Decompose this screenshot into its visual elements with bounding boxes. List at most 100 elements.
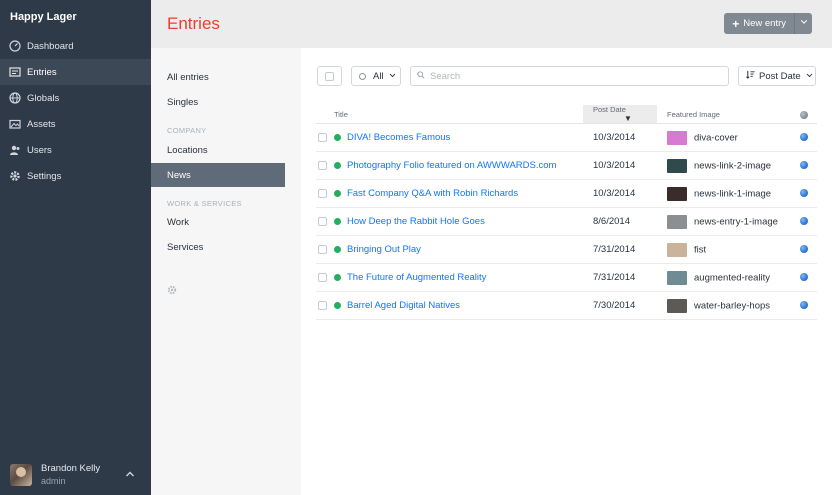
entry-title-link[interactable]: Bringing Out Play	[347, 244, 421, 255]
sidebar-item-entries[interactable]: Entries	[0, 59, 151, 85]
row-date: 8/6/2014	[583, 207, 657, 236]
sidebar-item-label: Assets	[27, 118, 56, 130]
site-name[interactable]: Happy Lager	[10, 11, 77, 23]
status-live-icon	[334, 273, 341, 281]
column-header-post-date[interactable]: Post Date▼	[583, 105, 657, 124]
table-row[interactable]: Bringing Out Play 7/31/2014 fist	[316, 235, 817, 264]
row-checkbox[interactable]	[316, 235, 334, 264]
new-entry-menu-button[interactable]	[794, 13, 812, 34]
globe-icon	[800, 110, 808, 119]
new-entry-label: New entry	[743, 18, 786, 29]
gear-icon	[9, 170, 21, 182]
source-news[interactable]: News	[151, 163, 285, 187]
table-body: DIVA! Becomes Famous 10/3/2014 diva-cover P…	[316, 123, 817, 320]
row-site	[800, 263, 817, 292]
user-name: Brandon Kelly	[41, 463, 101, 474]
sort-button[interactable]: Post Date	[738, 66, 816, 86]
sidebar-item-label: Users	[27, 144, 52, 156]
checkbox-box	[318, 160, 327, 170]
avatar	[10, 464, 32, 486]
new-entry-button[interactable]: + New entry	[724, 13, 794, 34]
row-checkbox[interactable]	[316, 179, 334, 208]
image-thumbnail[interactable]	[667, 186, 687, 201]
image-name: fist	[694, 244, 707, 255]
globe-icon	[800, 189, 808, 198]
row-date: 10/3/2014	[583, 151, 657, 180]
chevron-up-icon[interactable]	[125, 469, 135, 479]
sidebar-nav: Dashboard Entries Globals Assets Users S…	[0, 33, 151, 189]
table-row[interactable]: Fast Company Q&A with Robin Richards 10/3…	[316, 179, 817, 208]
source-settings-gear-icon[interactable]	[167, 285, 177, 295]
status-live-icon	[334, 189, 341, 197]
user-menu[interactable]: Brandon Kelly admin	[0, 455, 151, 495]
table-header-row: Title Post Date▼ Featured Image	[316, 105, 817, 124]
checkbox-box	[318, 132, 327, 142]
status-filter-button[interactable]: All	[351, 66, 401, 86]
sidebar-item-assets[interactable]: Assets	[0, 111, 151, 137]
entry-title-link[interactable]: Barrel Aged Digital Natives	[347, 300, 460, 311]
search-input[interactable]	[430, 70, 720, 82]
image-thumbnail[interactable]	[667, 158, 687, 173]
image-thumbnail[interactable]	[667, 130, 687, 145]
table-row[interactable]: How Deep the Rabbit Hole Goes 8/6/2014 new…	[316, 207, 817, 236]
page-header: Entries + New entry	[151, 0, 832, 48]
checkbox-box	[318, 188, 327, 198]
row-featured-image: news-link-2-image	[657, 151, 800, 180]
row-featured-image: news-entry-1-image	[657, 207, 800, 236]
sort-icon	[746, 70, 755, 82]
table-row[interactable]: The Future of Augmented Reality 7/31/2014…	[316, 263, 817, 292]
globe-icon	[800, 245, 808, 254]
source-all-entries[interactable]: All entries	[167, 72, 209, 83]
row-date: 10/3/2014	[583, 123, 657, 152]
row-checkbox[interactable]	[316, 207, 334, 236]
entry-title-link[interactable]: The Future of Augmented Reality	[347, 272, 486, 283]
source-services[interactable]: Services	[167, 242, 203, 253]
row-title-cell: Bringing Out Play	[334, 235, 583, 264]
sidebar-item-dashboard[interactable]: Dashboard	[0, 33, 151, 59]
source-work[interactable]: Work	[167, 217, 189, 228]
entries-table: Title Post Date▼ Featured Image DIVA! Be…	[316, 105, 817, 320]
select-all-checkbox[interactable]	[317, 66, 342, 86]
row-checkbox[interactable]	[316, 151, 334, 180]
sidebar-item-users[interactable]: Users	[0, 137, 151, 163]
entry-title-link[interactable]: Fast Company Q&A with Robin Richards	[347, 188, 518, 199]
row-featured-image: fist	[657, 235, 800, 264]
row-site	[800, 235, 817, 264]
status-live-icon	[334, 217, 341, 225]
globe-icon	[800, 133, 808, 142]
row-title-cell: Fast Company Q&A with Robin Richards	[334, 179, 583, 208]
image-thumbnail[interactable]	[667, 270, 687, 285]
assets-icon	[9, 118, 21, 130]
row-title-cell: Barrel Aged Digital Natives	[334, 291, 583, 320]
entries-icon	[9, 66, 21, 78]
image-name: news-link-1-image	[694, 188, 772, 199]
table-row[interactable]: DIVA! Becomes Famous 10/3/2014 diva-cover	[316, 123, 817, 152]
sidebar: Happy Lager Dashboard Entries Globals As…	[0, 0, 151, 495]
chevron-down-icon	[800, 18, 808, 29]
globe-icon	[800, 301, 808, 310]
row-featured-image: diva-cover	[657, 123, 800, 152]
sidebar-item-settings[interactable]: Settings	[0, 163, 151, 189]
column-header-title[interactable]: Title	[334, 105, 583, 124]
row-checkbox[interactable]	[316, 291, 334, 320]
entry-title-link[interactable]: How Deep the Rabbit Hole Goes	[347, 216, 485, 227]
entry-title-link[interactable]: Photography Folio featured on AWWWARDS.c…	[347, 160, 556, 171]
source-singles[interactable]: Singles	[167, 97, 198, 108]
users-icon	[9, 144, 21, 156]
image-thumbnail[interactable]	[667, 242, 687, 257]
column-header-featured-image[interactable]: Featured Image	[657, 105, 800, 124]
row-site	[800, 291, 817, 320]
sort-desc-icon: ▼	[624, 114, 632, 123]
table-row[interactable]: Photography Folio featured on AWWWARDS.c…	[316, 151, 817, 180]
sidebar-item-globals[interactable]: Globals	[0, 85, 151, 111]
globe-icon	[800, 217, 808, 226]
row-checkbox[interactable]	[316, 263, 334, 292]
table-row[interactable]: Barrel Aged Digital Natives 7/30/2014 wate…	[316, 291, 817, 320]
row-checkbox[interactable]	[316, 123, 334, 152]
image-thumbnail[interactable]	[667, 214, 687, 229]
entry-title-link[interactable]: DIVA! Becomes Famous	[347, 132, 450, 143]
image-thumbnail[interactable]	[667, 298, 687, 313]
source-locations[interactable]: Locations	[167, 145, 208, 156]
search-icon	[417, 70, 425, 82]
checkbox-box	[318, 272, 327, 282]
